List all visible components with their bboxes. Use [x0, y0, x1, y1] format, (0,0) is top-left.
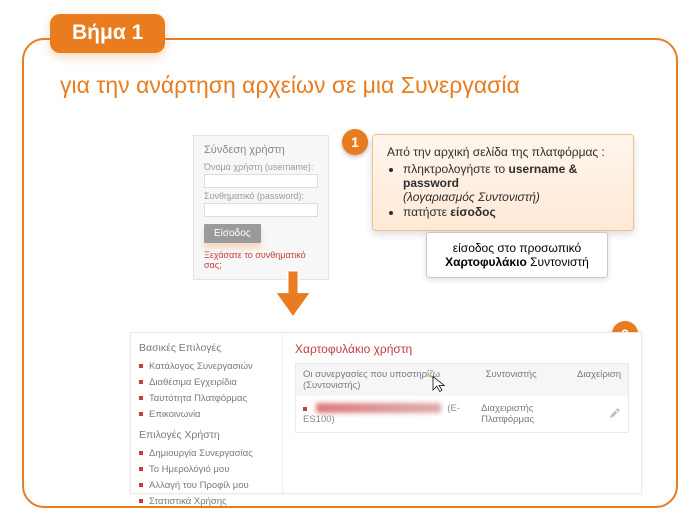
- bullet-icon: [139, 380, 143, 384]
- bullet-icon: [139, 451, 143, 455]
- login-title: Σύνδεση χρήστη: [204, 144, 318, 156]
- bullet-icon: [139, 396, 143, 400]
- step-bubble-1: 1: [342, 129, 368, 155]
- username-label: Όνομα χρήστη (username):: [204, 162, 318, 172]
- login-button[interactable]: Είσοδος: [204, 224, 261, 243]
- note-line-2: Χαρτοφυλάκιο Συντονιστή: [437, 255, 597, 269]
- manage-icon[interactable]: [570, 407, 621, 422]
- blurred-text: [316, 403, 441, 413]
- page-headline: για την ανάρτηση αρχείων σε μια Συνεργασ…: [60, 72, 650, 99]
- bullet-icon: [139, 364, 143, 368]
- cursor-icon: [430, 375, 448, 396]
- callout-item-1: πληκτρολογήστε το username & password (λ…: [403, 162, 621, 204]
- sidebar-item[interactable]: Διαθέσιμα Εγχειρίδια: [139, 374, 274, 390]
- sidebar-item[interactable]: Επικοινωνία: [139, 406, 274, 422]
- forgot-password-link[interactable]: Ξεχάσατε το συνθηματικό σας;: [204, 250, 318, 270]
- bullet-icon: [139, 412, 143, 416]
- bullet-icon: [303, 407, 307, 411]
- col-collabs: Οι συνεργασίες που υποστηρίζω (Συντονιστ…: [296, 364, 479, 396]
- sidebar-section-basic: Βασικές Επιλογές: [139, 342, 274, 354]
- row-collab-link[interactable]: (E-ES100): [303, 403, 481, 425]
- callout-item-2: πατήστε είσοδος: [403, 205, 621, 219]
- sidebar: Βασικές Επιλογές Κατάλογος Συνεργασιών Δ…: [131, 333, 283, 493]
- table-head: Οι συνεργασίες που υποστηρίζω (Συντονιστ…: [296, 364, 628, 396]
- sidebar-item[interactable]: Το Ημερολόγιό μου: [139, 461, 274, 477]
- portfolio-title: Χαρτοφυλάκιο χρήστη: [295, 342, 629, 356]
- portfolio-table: Οι συνεργασίες που υποστηρίζω (Συντονιστ…: [295, 363, 629, 433]
- sidebar-item[interactable]: Κατάλογος Συνεργασιών: [139, 358, 274, 374]
- note-line-1: είσοδος στο προσωπικό: [437, 241, 597, 255]
- bullet-icon: [139, 499, 143, 503]
- bullet-icon: [139, 483, 143, 487]
- sidebar-item[interactable]: Στατιστικά Χρήσης: [139, 493, 274, 509]
- portfolio-main: Χαρτοφυλάκιο χρήστη Οι συνεργασίες που υ…: [283, 333, 641, 493]
- col-coord: Συντονιστής: [479, 364, 570, 396]
- password-input[interactable]: [204, 203, 318, 217]
- portfolio-panel: Βασικές Επιλογές Κατάλογος Συνεργασιών Δ…: [130, 332, 642, 494]
- row-coordinator: Διαχειριστής Πλατφόρμας: [481, 403, 570, 425]
- sidebar-item[interactable]: Αλλαγή του Προφίλ μου: [139, 477, 274, 493]
- col-admin: Διαχείριση: [570, 364, 628, 396]
- sidebar-section-user: Επιλογές Χρήστη: [139, 429, 274, 441]
- username-input[interactable]: [204, 174, 318, 188]
- note-box: είσοδος στο προσωπικό Χαρτοφυλάκιο Συντο…: [426, 232, 608, 278]
- step-tab: Βήμα 1: [50, 14, 165, 53]
- table-row[interactable]: (E-ES100) Διαχειριστής Πλατφόρμας: [296, 396, 628, 432]
- login-box: Σύνδεση χρήστη Όνομα χρήστη (username): …: [193, 135, 329, 280]
- sidebar-item[interactable]: Ταυτότητα Πλατφόρμας: [139, 390, 274, 406]
- password-label: Συνθηματικό (password):: [204, 191, 318, 201]
- sidebar-item[interactable]: Δημιουργία Συνεργασίας: [139, 445, 274, 461]
- callout-intro: Από την αρχική σελίδα της πλατφόρμας :: [387, 145, 621, 159]
- bullet-icon: [139, 467, 143, 471]
- callout-box: Από την αρχική σελίδα της πλατφόρμας : π…: [372, 134, 634, 231]
- arrow-down-icon: [275, 270, 311, 318]
